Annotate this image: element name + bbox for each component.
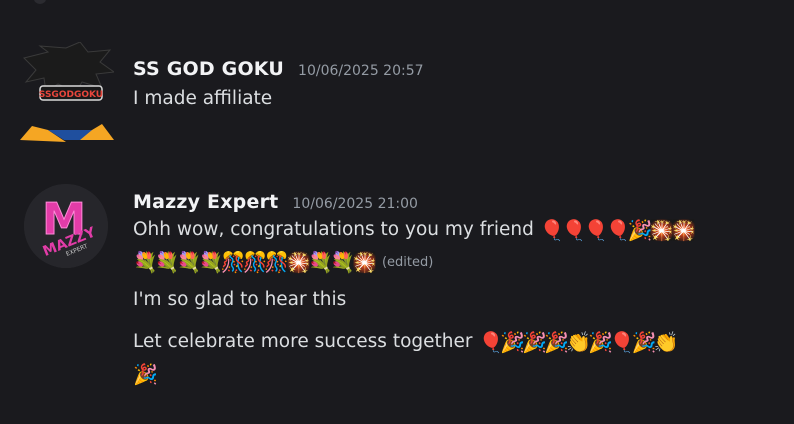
message-line-3: I'm so glad to hear this — [133, 289, 346, 310]
author-name[interactable]: SS GOD GOKU — [133, 58, 284, 80]
edited-label: (edited) — [381, 254, 434, 270]
message-text: I'm so glad to hear this — [133, 289, 347, 310]
emoji-row: 🎉 — [133, 362, 158, 386]
message-line-5: 🎉 — [133, 362, 158, 386]
emoji-row: 💐💐💐💐🎊🎊🎊🎇💐💐🎇 — [133, 250, 377, 274]
goku-avatar-text: SSGODGOKU — [39, 90, 103, 100]
message-timestamp[interactable]: 10/06/2025 21:00 — [292, 196, 418, 212]
message-text: Let celebrate more success together — [133, 331, 473, 352]
message-text: I made affiliate — [133, 88, 272, 109]
message-line-1: Ohh wow, congratulations to you my frien… — [133, 218, 696, 242]
mazzy-avatar-image: M MAZZY EXPERT — [24, 184, 108, 268]
message-line-2: 💐💐💐💐🎊🎊🎊🎇💐💐🎇 (edited) — [133, 250, 433, 274]
message-text: Ohh wow, congratulations to you my frien… — [133, 219, 534, 240]
message-line: I made affiliate — [133, 88, 273, 109]
previous-message-fragment — [34, 0, 46, 4]
goku-avatar-image: SSGODGOKU — [20, 41, 116, 142]
avatar-mazzy-expert[interactable]: M MAZZY EXPERT — [24, 184, 108, 268]
author-name[interactable]: Mazzy Expert — [133, 191, 278, 213]
avatar-ss-god-goku[interactable]: SSGODGOKU — [18, 41, 116, 142]
message-line-4: Let celebrate more success together 🎈🎉🎉🎉👏… — [133, 330, 679, 354]
emoji-row: 🎈🎉🎉🎉👏🎉🎈🎉👏 — [478, 330, 679, 354]
emoji-row: 🎈🎈🎈🎈🎉🎇🎇 — [539, 218, 696, 242]
message-timestamp[interactable]: 10/06/2025 20:57 — [298, 63, 424, 79]
